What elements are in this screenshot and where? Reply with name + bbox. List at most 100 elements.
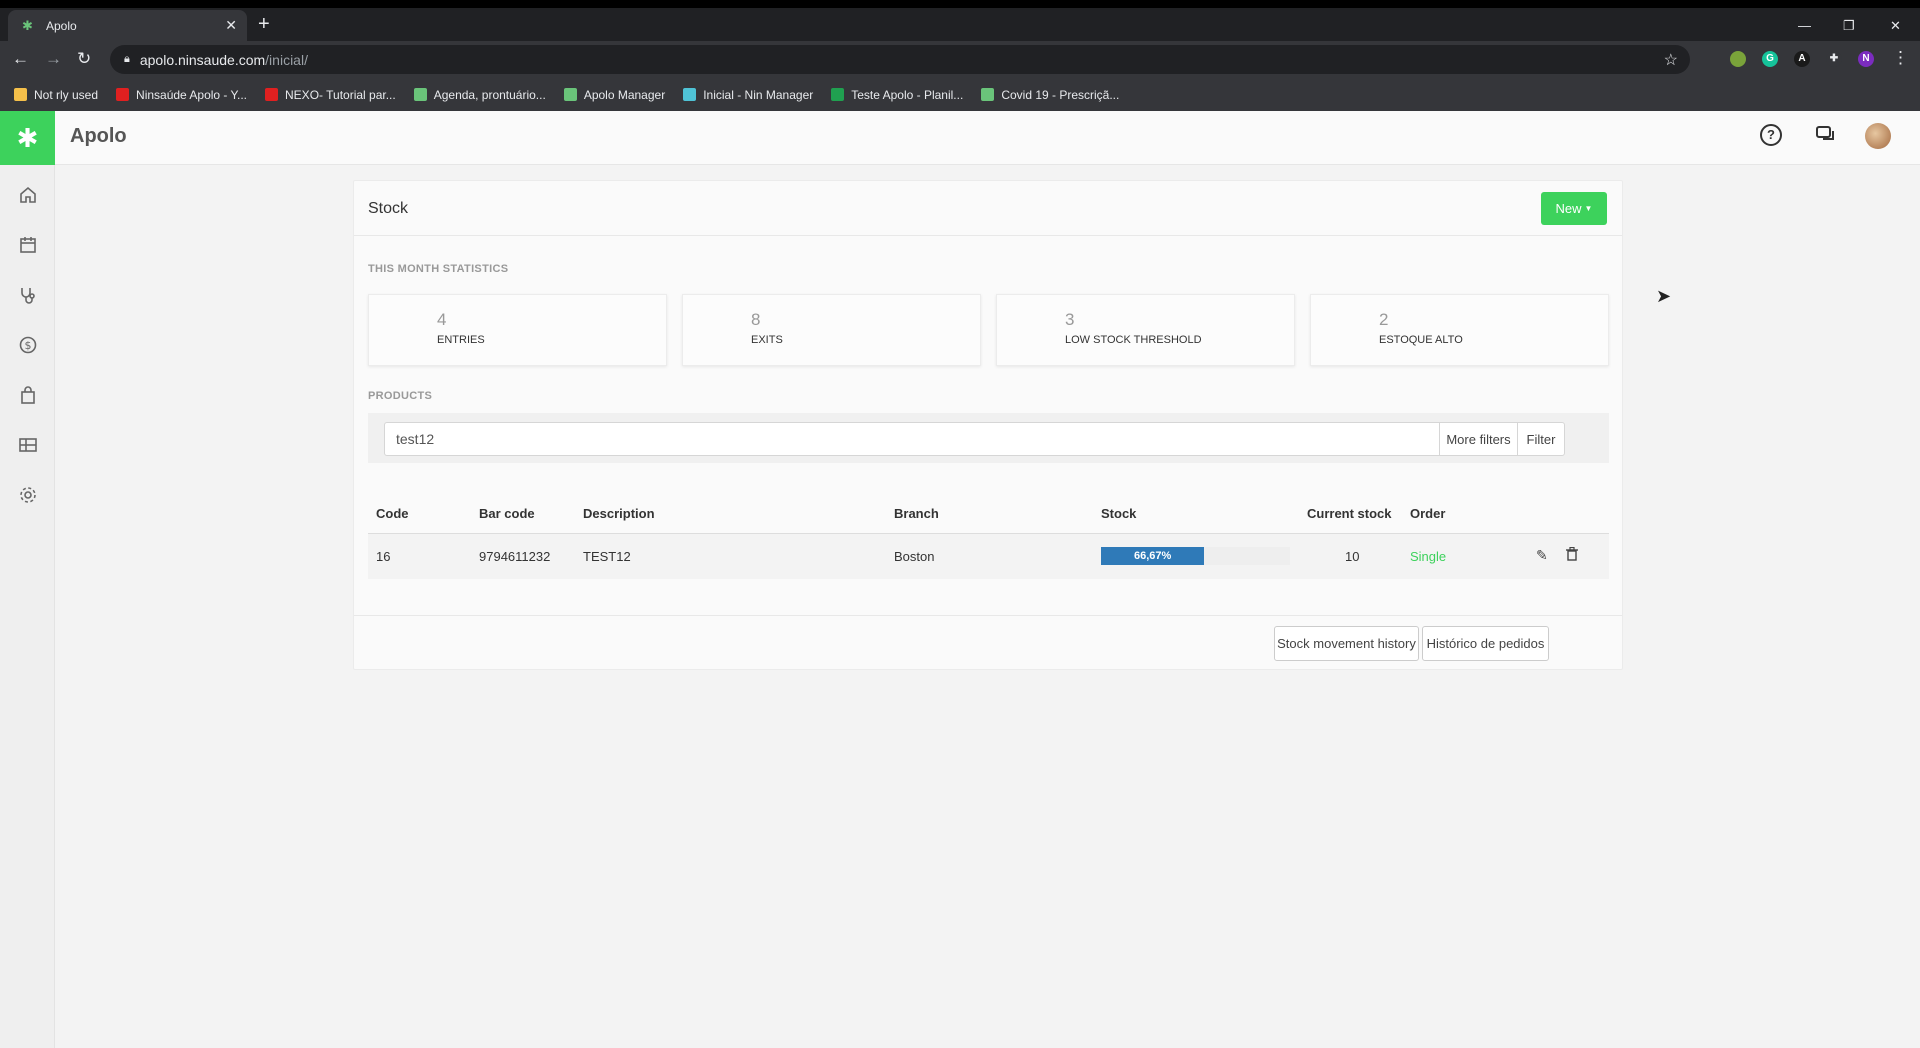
stat-label: LOW STOCK THRESHOLD bbox=[1065, 334, 1202, 346]
stats-heading: THIS MONTH STATISTICS bbox=[368, 263, 509, 275]
apolo-favicon-icon: ✱ bbox=[22, 17, 33, 33]
stock-movement-history-button[interactable]: Stock movement history bbox=[1274, 626, 1419, 661]
window-frame bbox=[0, 0, 1920, 8]
card-footer-divider bbox=[354, 615, 1622, 616]
help-icon[interactable]: ? bbox=[1760, 124, 1782, 146]
grid-table-icon[interactable] bbox=[0, 430, 55, 460]
delete-trash-icon[interactable] bbox=[1566, 546, 1578, 564]
bookmark-favicon-icon bbox=[413, 88, 427, 101]
extension-icon[interactable]: N bbox=[1858, 51, 1874, 67]
bookmark-label: Teste Apolo - Planil... bbox=[851, 87, 964, 102]
bookmark-item[interactable]: Covid 19 - Prescriçã... bbox=[981, 88, 1119, 102]
bookmark-item[interactable]: Ninsaúde Apolo - Y... bbox=[116, 88, 247, 102]
bookmark-favicon-icon bbox=[683, 88, 697, 101]
bookmark-item[interactable]: Apolo Manager bbox=[563, 87, 666, 102]
url-text: apolo.ninsaude.com/inicial/ bbox=[139, 51, 308, 68]
edit-pencil-icon[interactable]: ✎ bbox=[1536, 547, 1548, 564]
address-bar[interactable]: 🔒︎ apolo.ninsaude.com/inicial/ ☆ bbox=[110, 45, 1690, 74]
new-tab-button[interactable]: + bbox=[258, 14, 270, 34]
col-header-description[interactable]: Description bbox=[583, 506, 655, 521]
col-header-current-stock[interactable]: Current stock bbox=[1307, 506, 1392, 521]
forward-icon[interactable]: → bbox=[45, 49, 62, 69]
search-input[interactable] bbox=[384, 422, 1440, 456]
avatar[interactable] bbox=[1865, 123, 1891, 149]
bookmark-item[interactable]: Agenda, prontuário... bbox=[413, 87, 546, 102]
bookmark-label: Inicial - Nin Manager bbox=[703, 87, 814, 102]
filter-button[interactable]: Filter bbox=[1517, 422, 1565, 456]
bookmark-item[interactable]: Not rly used bbox=[14, 88, 98, 102]
stat-high-stock[interactable]: 2 ESTOQUE ALTO bbox=[1310, 294, 1609, 366]
stat-value: 4 bbox=[437, 310, 447, 329]
extension-icon[interactable]: ✚ bbox=[1826, 51, 1842, 67]
svg-text:$: $ bbox=[24, 339, 31, 352]
lock-icon: 🔒︎ bbox=[124, 53, 130, 65]
menu-kebab-icon[interactable]: ⋮ bbox=[1892, 48, 1909, 68]
bookmark-label: Ninsaúde Apolo - Y... bbox=[136, 87, 248, 102]
col-header-code[interactable]: Code bbox=[376, 506, 409, 521]
bookmark-label: Not rly used bbox=[34, 87, 99, 102]
bookmarks-bar: Not rly used Ninsaúde Apolo - Y... NEXO- T… bbox=[0, 78, 1920, 111]
close-tab-icon[interactable]: ✕ bbox=[225, 17, 237, 34]
stat-entries[interactable]: 4 ENTRIES bbox=[368, 294, 667, 366]
back-icon[interactable]: ← bbox=[12, 49, 29, 69]
col-header-order[interactable]: Order bbox=[1410, 506, 1445, 521]
close-window-icon[interactable]: ✕ bbox=[1890, 18, 1901, 34]
bookmark-label: Apolo Manager bbox=[583, 87, 666, 102]
new-button[interactable]: New ▼ bbox=[1541, 192, 1607, 225]
bookmark-favicon-icon bbox=[981, 88, 995, 101]
restore-icon[interactable]: ❐ bbox=[1843, 18, 1855, 34]
cell-code: 16 bbox=[376, 549, 391, 564]
calendar-icon[interactable] bbox=[0, 230, 55, 260]
col-header-stock[interactable]: Stock bbox=[1101, 506, 1136, 521]
minimize-icon[interactable]: — bbox=[1798, 18, 1811, 33]
order-type-link[interactable]: Single bbox=[1410, 549, 1446, 564]
filter-bar: More filters Filter bbox=[368, 413, 1609, 463]
bookmark-label: Agenda, prontuário... bbox=[433, 87, 546, 102]
browser-tab[interactable]: ✱ Apolo ✕ bbox=[8, 10, 247, 41]
stat-label: ESTOQUE ALTO bbox=[1379, 334, 1463, 346]
stock-card: Stock New ▼ THIS MONTH STATISTICS 4 ENTRI… bbox=[353, 180, 1623, 670]
bookmark-item[interactable]: Teste Apolo - Planil... bbox=[831, 88, 963, 102]
bookmark-star-icon[interactable]: ☆ bbox=[1664, 50, 1678, 70]
col-header-barcode[interactable]: Bar code bbox=[479, 506, 535, 521]
bookmark-item[interactable]: NEXO- Tutorial par... bbox=[265, 88, 396, 102]
extension-icon[interactable] bbox=[1730, 51, 1746, 67]
bookmark-favicon-icon bbox=[265, 88, 279, 101]
stock-progress-fill: 66,67% bbox=[1101, 547, 1205, 565]
bookmark-favicon-icon bbox=[14, 88, 27, 101]
products-heading: PRODUCTS bbox=[368, 390, 433, 402]
stat-exits[interactable]: 8 EXITS bbox=[682, 294, 981, 366]
stat-label: EXITS bbox=[751, 334, 783, 346]
extension-icon[interactable]: A bbox=[1794, 51, 1810, 67]
more-filters-button[interactable]: More filters bbox=[1439, 422, 1518, 456]
shopping-bag-icon[interactable] bbox=[0, 380, 55, 410]
page-title: Stock bbox=[368, 200, 409, 217]
bookmark-favicon-icon bbox=[563, 88, 577, 101]
reload-icon[interactable]: ↻ bbox=[77, 49, 91, 69]
home-icon[interactable] bbox=[0, 180, 55, 210]
chat-icon[interactable] bbox=[1815, 124, 1837, 151]
order-history-button[interactable]: Histórico de pedidos bbox=[1422, 626, 1549, 661]
stock-progress: 66,67% bbox=[1101, 547, 1290, 565]
card-header: Stock New ▼ bbox=[354, 181, 1622, 236]
col-header-branch[interactable]: Branch bbox=[894, 506, 939, 521]
extension-icon[interactable]: G bbox=[1762, 51, 1778, 67]
tab-title: Apolo bbox=[46, 18, 77, 33]
bookmark-label: Covid 19 - Prescriçã... bbox=[1001, 87, 1120, 102]
stat-value: 8 bbox=[751, 310, 761, 329]
app-header: ✱ Apolo ? bbox=[0, 111, 1920, 165]
stat-label: ENTRIES bbox=[437, 334, 485, 346]
bookmark-item[interactable]: Inicial - Nin Manager bbox=[683, 88, 813, 102]
bookmark-label: NEXO- Tutorial par... bbox=[285, 87, 396, 102]
stat-value: 2 bbox=[1379, 310, 1389, 329]
gear-icon[interactable] bbox=[0, 480, 55, 510]
finance-icon[interactable]: $ bbox=[0, 330, 55, 360]
bookmark-favicon-icon bbox=[116, 88, 130, 101]
cell-barcode: 9794611232 bbox=[479, 549, 551, 564]
browser-toolbar: ← → ↻ 🔒︎ apolo.ninsaude.com/inicial/ ☆ G… bbox=[0, 41, 1920, 78]
app-title: Apolo bbox=[70, 125, 127, 147]
sidebar: $ bbox=[0, 165, 55, 1048]
stethoscope-icon[interactable] bbox=[0, 280, 55, 310]
stat-low-stock[interactable]: 3 LOW STOCK THRESHOLD bbox=[996, 294, 1295, 366]
apolo-logo-icon[interactable]: ✱ bbox=[0, 111, 55, 165]
